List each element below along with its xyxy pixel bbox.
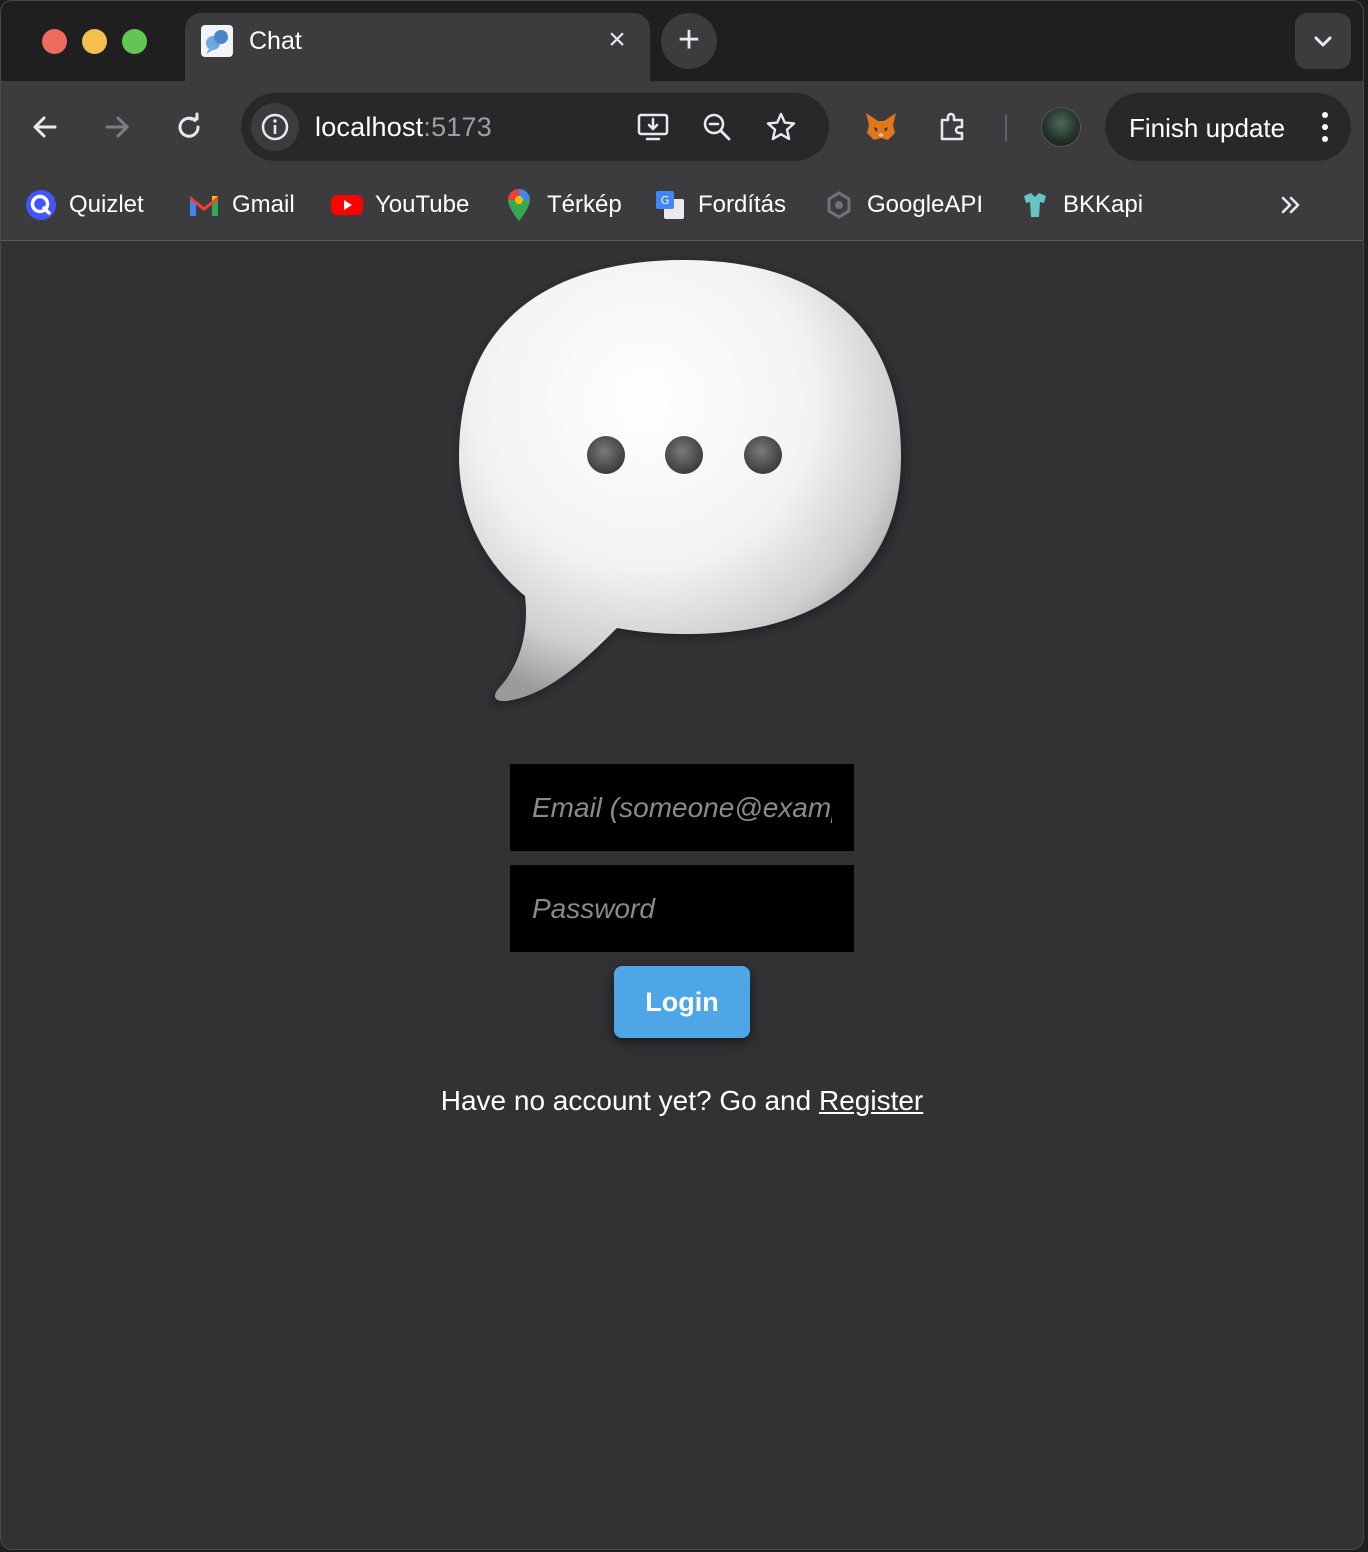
double-chevron-right-icon	[1281, 196, 1300, 214]
minimize-window-button[interactable]	[82, 29, 107, 54]
tab-title: Chat	[249, 27, 302, 55]
bookmarks-bar: Quizlet Gmail YouTube Térkép G Fordítás	[1, 173, 1363, 241]
close-tab-icon[interactable]: ×	[602, 25, 632, 55]
metamask-fox-icon	[866, 113, 896, 140]
bookmark-label: BKKapi	[1063, 191, 1144, 218]
bookmark-label: GoogleAPI	[867, 191, 984, 218]
bookmark-label: Gmail	[232, 191, 295, 218]
zoom-out-icon	[703, 113, 731, 141]
bookmark-forditas[interactable]: G Fordítás	[654, 185, 786, 225]
info-icon	[261, 113, 289, 141]
translate-icon: G	[654, 189, 686, 221]
svg-text:G: G	[661, 194, 670, 207]
finish-update-button[interactable]: Finish update	[1105, 93, 1351, 161]
register-link[interactable]: Register	[819, 1085, 923, 1116]
extensions-button[interactable]	[931, 105, 975, 149]
chat-favicon-icon	[201, 25, 233, 57]
bookmark-label: Térkép	[547, 191, 622, 218]
login-button[interactable]: Login	[614, 966, 750, 1038]
install-icon	[637, 113, 669, 141]
speech-bubble-icon	[459, 260, 905, 706]
url-host: localhost	[315, 112, 424, 142]
email-input[interactable]	[510, 764, 854, 851]
bookmark-youtube[interactable]: YouTube	[331, 185, 469, 225]
tab-search-button[interactable]	[1295, 13, 1351, 69]
bookmark-terkep[interactable]: Térkép	[503, 185, 622, 225]
close-window-button[interactable]	[42, 29, 67, 54]
toolbar: localhost:5173 Finish update	[1, 81, 1363, 173]
toolbar-divider	[1005, 115, 1007, 141]
password-input[interactable]	[510, 865, 854, 952]
bookmark-label: Quizlet	[69, 191, 144, 218]
new-tab-button[interactable]: +	[661, 13, 717, 69]
youtube-icon	[331, 189, 363, 221]
register-prompt: Have no account yet? Go and Register	[1, 1085, 1363, 1117]
maximize-window-button[interactable]	[122, 29, 147, 54]
url-text: localhost:5173	[315, 112, 492, 143]
more-bookmarks-button[interactable]	[1271, 185, 1311, 225]
site-info-button[interactable]	[251, 103, 299, 151]
bookmark-label: YouTube	[375, 191, 470, 218]
bookmark-bkkapi[interactable]: BKKapi	[1019, 185, 1143, 225]
register-prompt-text: Have no account yet? Go and	[440, 1085, 819, 1116]
install-app-button[interactable]	[631, 105, 675, 149]
bookmark-googleapi[interactable]: GoogleAPI	[823, 185, 983, 225]
quizlet-icon	[25, 189, 57, 221]
bookmark-gmail[interactable]: Gmail	[188, 185, 295, 225]
arrow-right-icon	[105, 116, 129, 138]
address-bar[interactable]: localhost:5173	[241, 93, 829, 161]
bookmark-quizlet[interactable]: Quizlet	[25, 185, 144, 225]
bookmark-label: Fordítás	[698, 191, 787, 218]
google-api-icon	[823, 189, 855, 221]
reload-icon	[178, 112, 200, 138]
forward-button[interactable]	[95, 105, 139, 149]
maps-icon	[503, 189, 535, 221]
arrow-left-icon	[33, 116, 57, 138]
metamask-extension-button[interactable]	[859, 105, 903, 149]
puzzle-piece-icon	[940, 112, 964, 141]
star-icon	[766, 112, 796, 141]
tab-chat[interactable]: Chat ×	[185, 13, 650, 81]
bkk-icon	[1019, 189, 1051, 221]
zoom-button[interactable]	[695, 105, 739, 149]
login-page: Login Have no account yet? Go and Regist…	[1, 242, 1363, 1549]
profile-avatar[interactable]	[1041, 107, 1081, 147]
url-port: :5173	[423, 112, 492, 142]
chevron-down-icon	[1314, 36, 1332, 47]
kebab-menu-icon	[1322, 112, 1328, 142]
bookmark-star-button[interactable]	[759, 105, 803, 149]
gmail-icon	[188, 189, 220, 221]
tab-strip: Chat × +	[1, 1, 1363, 81]
browser-window: Chat × + localhost:5173 Finish update Qu…	[0, 0, 1364, 1550]
reload-button[interactable]	[167, 105, 211, 149]
finish-update-label: Finish update	[1129, 113, 1286, 143]
back-button[interactable]	[23, 105, 67, 149]
